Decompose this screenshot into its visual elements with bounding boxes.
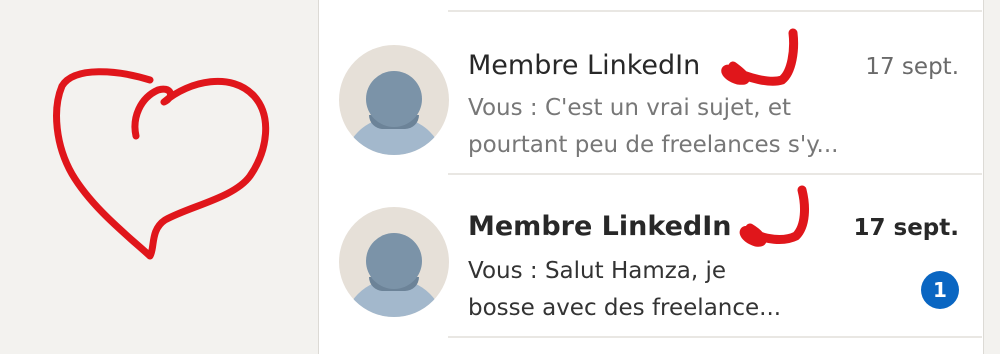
- preview-line: pourtant peu de freelances s'y...: [468, 132, 839, 158]
- preview-line: bosse avec des freelance...: [468, 295, 782, 321]
- conversation-preview: Vous : Salut Hamza, je bosse avec des fr…: [468, 253, 868, 327]
- heart-annotation: [53, 68, 270, 260]
- list-divider: [448, 336, 982, 338]
- conversation-item[interactable]: Membre LinkedIn 17 sept. Vous : C'est un…: [319, 12, 981, 173]
- conversation-date: 17 sept.: [853, 215, 960, 241]
- preview-line: Vous : C'est un vrai sujet, et: [468, 95, 792, 121]
- unread-count-badge: 1: [921, 271, 959, 309]
- messaging-page: Membre LinkedIn 17 sept. Vous : C'est un…: [0, 0, 1000, 354]
- preview-line: Vous : Salut Hamza, je: [468, 258, 727, 284]
- avatar[interactable]: [339, 45, 449, 155]
- conversation-date: 17 sept.: [865, 54, 959, 80]
- conversation-name[interactable]: Membre LinkedIn: [468, 211, 732, 242]
- avatar-head: [366, 71, 422, 127]
- conversation-item[interactable]: Membre LinkedIn 17 sept. Vous : Salut Ha…: [319, 175, 981, 336]
- conversation-name[interactable]: Membre LinkedIn: [468, 50, 700, 81]
- avatar-head: [366, 233, 422, 289]
- avatar[interactable]: [339, 207, 449, 317]
- conversation-preview: Vous : C'est un vrai sujet, et pourtant …: [468, 90, 868, 164]
